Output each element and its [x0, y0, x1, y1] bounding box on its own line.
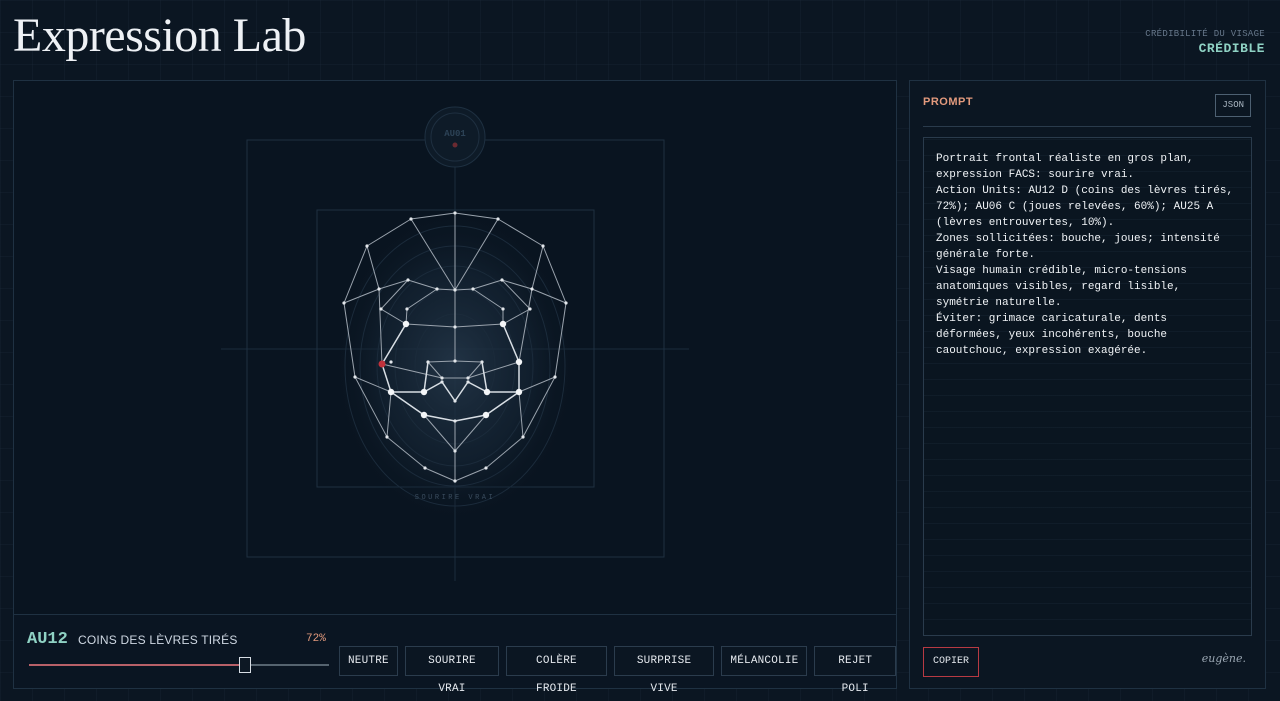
au-badge-label: AU01 — [444, 129, 466, 139]
mesh-node-bl1[interactable] — [406, 278, 410, 282]
mesh-node-br1[interactable] — [471, 287, 475, 291]
mesh-node-el[interactable] — [402, 320, 410, 328]
slider-fill — [29, 664, 245, 666]
mesh-node-jr1[interactable] — [521, 435, 525, 439]
mesh-node-nsr[interactable] — [480, 360, 484, 364]
au-intensity-value: 72% — [306, 633, 326, 645]
mesh-node-nl[interactable] — [453, 359, 457, 363]
mesh-node-bl3[interactable] — [377, 287, 381, 291]
preset-melancolie-button[interactable]: MÉLANCOLIE — [721, 646, 808, 676]
mesh-node-jl1[interactable] — [385, 435, 389, 439]
prompt-panel: PROMPT JSON Portrait frontal réaliste en… — [909, 80, 1266, 689]
mesh-node-tr3[interactable] — [564, 301, 568, 305]
slider-thumb[interactable] — [239, 657, 251, 673]
mesh-node-mc[interactable] — [453, 399, 457, 403]
prompt-textarea[interactable]: Portrait frontal réaliste en gros plan, … — [923, 137, 1252, 636]
mesh-node-top[interactable] — [453, 211, 457, 215]
preset-buttons: NEUTRE SOURIRE VRAI COLÈRE FROIDE SURPRI… — [339, 646, 897, 695]
mesh-node-bl2[interactable] — [435, 287, 439, 291]
mesh-node-er2[interactable] — [528, 307, 532, 311]
preset-sourire-vrai-button[interactable]: SOURIRE VRAI — [404, 646, 500, 695]
face-visualization: AU01 SOURIRE VRAI — [221, 106, 689, 581]
mesh-node-ml[interactable] — [387, 388, 395, 396]
prompt-title: PROMPT — [923, 96, 974, 108]
mesh-node-tl3[interactable] — [342, 301, 346, 305]
mesh-node-tr2[interactable] — [541, 244, 545, 248]
mesh-node-nl2[interactable] — [440, 376, 444, 380]
signature-logo: eugène. — [1201, 652, 1246, 665]
mesh-node-nsl[interactable] — [426, 360, 430, 364]
au-intensity-slider[interactable] — [29, 657, 329, 673]
preset-surprise-vive-button[interactable]: SURPRISE VIVE — [613, 646, 715, 695]
credibility-label: CRÉDIBILITÉ DU VISAGE — [1145, 29, 1265, 39]
mesh-node-jr2[interactable] — [484, 466, 488, 470]
mesh-node-mul[interactable] — [420, 388, 428, 396]
mesh-node-ei2[interactable] — [405, 307, 409, 311]
mesh-node-ei1[interactable] — [379, 307, 383, 311]
mesh-node-chl[interactable] — [389, 360, 393, 364]
controls-bar: AU12 COINS DES LÈVRES TIRÉS 72% NEUTRE S… — [14, 614, 897, 695]
mesh-node-mtr[interactable] — [466, 380, 470, 384]
au-code: AU12 — [27, 630, 68, 649]
mesh-node-br2[interactable] — [500, 278, 504, 282]
au-name: COINS DES LÈVRES TIRÉS — [78, 633, 238, 647]
mesh-node-nm[interactable] — [453, 325, 457, 329]
mesh-node-mr[interactable] — [515, 388, 523, 396]
app-title: Expression Lab — [13, 9, 306, 62]
preset-neutre-button[interactable]: NEUTRE — [339, 646, 398, 676]
mesh-node-cr1[interactable] — [553, 375, 557, 379]
mesh-node-cl1[interactable] — [353, 375, 357, 379]
credibility-value: CRÉDIBLE — [1198, 41, 1265, 56]
expression-caption: SOURIRE VRAI — [415, 494, 495, 502]
mesh-node-cl2[interactable] — [378, 360, 386, 368]
panel-divider — [923, 126, 1251, 127]
au-badge-dot — [452, 142, 458, 148]
mesh-node-br3[interactable] — [530, 287, 534, 291]
face-stage: AU01 SOURIRE VRAI AU12 COINS DES LÈVRES … — [13, 80, 897, 695]
mesh-node-er1[interactable] — [501, 307, 505, 311]
mesh-node-nb[interactable] — [453, 288, 457, 292]
preset-colere-froide-button[interactable]: COLÈRE FROIDE — [506, 646, 607, 695]
mesh-node-mb[interactable] — [453, 419, 457, 423]
au-badge: AU01 — [424, 106, 486, 168]
mesh-node-chn2[interactable] — [453, 449, 457, 453]
json-button[interactable]: JSON — [1215, 94, 1251, 117]
mesh-node-mur[interactable] — [483, 388, 491, 396]
mesh-node-tl2[interactable] — [365, 244, 369, 248]
mesh-node-er[interactable] — [499, 320, 507, 328]
mesh-node-chin[interactable] — [453, 479, 457, 483]
mesh-node-tr[interactable] — [496, 217, 500, 221]
credibility-indicator: CRÉDIBILITÉ DU VISAGE CRÉDIBLE — [1145, 29, 1265, 56]
mesh-node-tl[interactable] — [409, 217, 413, 221]
mesh-node-mdr[interactable] — [482, 411, 490, 419]
copy-button[interactable]: COPIER — [923, 647, 980, 677]
mesh-node-jl2[interactable] — [423, 466, 427, 470]
mesh-node-cr2[interactable] — [515, 358, 523, 366]
mesh-node-mdl[interactable] — [420, 411, 428, 419]
preset-rejet-poli-button[interactable]: REJET POLI — [814, 646, 897, 695]
mesh-node-mtl[interactable] — [440, 380, 444, 384]
mesh-node-nr2[interactable] — [466, 376, 470, 380]
